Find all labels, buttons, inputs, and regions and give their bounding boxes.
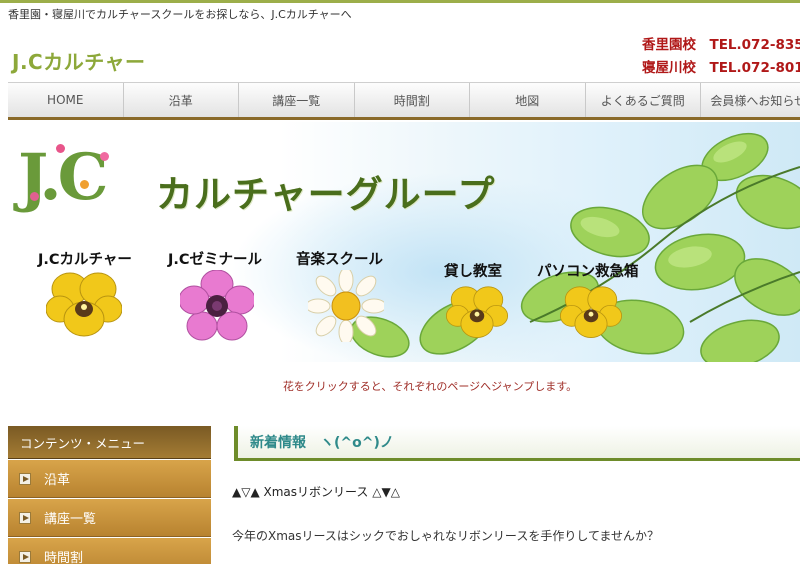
nav-timetable[interactable]: 時間割	[355, 83, 470, 117]
nav-history[interactable]: 沿革	[124, 83, 239, 117]
yellow-pansy-icon[interactable]	[46, 267, 122, 339]
jc-flower-dot-icon	[80, 180, 89, 189]
arrow-right-icon	[19, 511, 31, 524]
school-label-jc-seminar[interactable]: J.Cゼミナール	[168, 248, 262, 269]
hero-banner: J.C カルチャーグループ J.Cカルチャー J.Cゼミナール 音楽スクール 貸…	[0, 122, 800, 362]
top-accent-line	[0, 0, 800, 3]
sidebar-heading: コンテンツ・メニュー	[8, 426, 211, 459]
sidebar-item-timetable[interactable]: 時間割	[8, 538, 211, 564]
main-navigation: HOME 沿革 講座一覧 時間割 地図 よくあるご質問 会員様へお知らせ	[8, 82, 800, 120]
school-label-jc-culture[interactable]: J.Cカルチャー	[38, 248, 132, 269]
school-label-pc-help[interactable]: パソコン救急箱	[537, 260, 639, 281]
contact-neyagawa: 寝屋川校 TEL.072-801	[642, 60, 800, 76]
school-label-rental-room[interactable]: 貸し教室	[444, 260, 502, 281]
arrow-right-icon	[19, 550, 31, 563]
sidebar-menu: コンテンツ・メニュー 沿革 講座一覧 時間割	[8, 426, 211, 564]
pink-anemone-icon[interactable]	[180, 270, 254, 342]
contact-info: 香里園校 TEL.072-835 寝屋川校 TEL.072-801	[642, 34, 800, 80]
jc-flower-dot-icon	[100, 152, 109, 161]
nav-courses[interactable]: 講座一覧	[239, 83, 355, 117]
sidebar-item-history[interactable]: 沿革	[8, 460, 211, 498]
nav-members-news[interactable]: 会員様へお知らせ	[701, 83, 800, 117]
site-logo[interactable]: J.Cカルチャー	[12, 46, 146, 75]
group-title: カルチャーグループ	[156, 173, 496, 216]
sidebar-item-label: 講座一覧	[44, 512, 97, 527]
post-title[interactable]: ▲▽▲ Xmasリボンリース △▼△	[232, 483, 400, 500]
white-daisy-icon[interactable]	[308, 270, 384, 342]
nav-faq[interactable]: よくあるご質問	[586, 83, 701, 117]
arrow-right-icon	[19, 472, 31, 485]
yellow-pansy-icon[interactable]	[446, 282, 508, 340]
school-label-music[interactable]: 音楽スクール	[296, 248, 383, 269]
site-tagline: 香里園・寝屋川でカルチャースクールをお探しなら、J.Cカルチャーへ	[8, 8, 352, 21]
sidebar-item-label: 沿革	[44, 473, 71, 488]
yellow-pansy-icon[interactable]	[560, 282, 622, 340]
jc-flower-dot-icon	[56, 144, 65, 153]
nav-map[interactable]: 地図	[470, 83, 586, 117]
sidebar-item-courses[interactable]: 講座一覧	[8, 499, 211, 537]
sidebar-item-label: 時間割	[44, 551, 84, 564]
post-body: 今年のXmasリースはシックでおしゃれなリボンリースを手作りしてませんか？	[232, 529, 659, 543]
jc-flower-dot-icon	[30, 192, 39, 201]
news-heading: 新着情報 ヽ(^o^)ノ	[234, 426, 800, 461]
banner-caption: 花をクリックすると、それぞれのページへジャンプします。	[282, 380, 578, 393]
nav-home[interactable]: HOME	[8, 83, 124, 117]
contact-korien: 香里園校 TEL.072-835	[642, 37, 800, 53]
